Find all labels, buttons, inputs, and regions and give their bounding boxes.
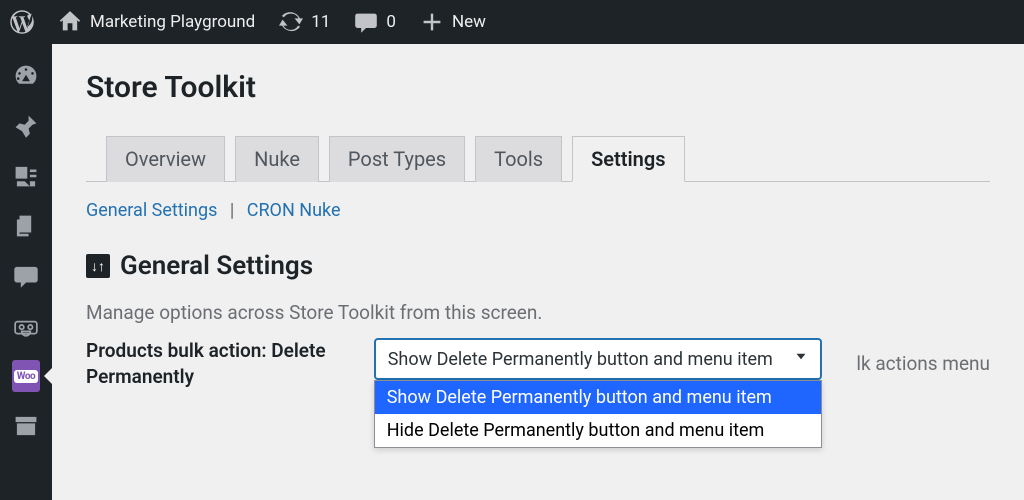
bulk-action-dropdown: Show Delete Permanently button and menu …: [374, 380, 823, 448]
wordpress-icon: [10, 10, 34, 34]
site-name: Marketing Playground: [90, 12, 255, 32]
sidenav-media[interactable]: [12, 162, 40, 190]
robot-icon: [13, 313, 39, 339]
tab-bar: Overview Nuke Post Types Tools Settings: [86, 135, 990, 182]
bulk-action-select[interactable]: Show Delete Permanently button and menu …: [374, 338, 823, 380]
tab-post-types[interactable]: Post Types: [329, 136, 465, 182]
comment-icon: [354, 10, 378, 34]
trailing-help-text: lk actions menu: [856, 352, 990, 375]
pages-icon: [13, 213, 39, 239]
tab-tools[interactable]: Tools: [475, 136, 562, 182]
home-icon: [58, 10, 82, 34]
site-link[interactable]: Marketing Playground: [58, 10, 255, 34]
option-show-delete[interactable]: Show Delete Permanently button and menu …: [375, 381, 822, 414]
sidenav-comments[interactable]: [12, 262, 40, 290]
comments-link[interactable]: 0: [354, 10, 396, 34]
sidenav-feedback[interactable]: [12, 312, 40, 340]
page-title: Store Toolkit: [86, 70, 990, 105]
comment-icon: [13, 263, 39, 289]
pin-icon: [13, 113, 39, 139]
sidenav-dashboard[interactable]: [12, 62, 40, 90]
tab-overview[interactable]: Overview: [106, 136, 225, 182]
chevron-down-icon: [792, 348, 810, 371]
plus-icon: [420, 10, 444, 34]
sidenav-woocommerce[interactable]: Woo: [12, 362, 40, 390]
settings-badge-icon: ↓↑: [86, 254, 110, 278]
media-icon: [13, 163, 39, 189]
option-hide-delete[interactable]: Hide Delete Permanently button and menu …: [375, 414, 822, 447]
new-label: New: [452, 12, 486, 32]
update-icon: [279, 10, 303, 34]
sub-nav: General Settings | CRON Nuke: [86, 200, 990, 221]
tab-nuke[interactable]: Nuke: [235, 136, 319, 182]
updates-count: 11: [311, 12, 330, 32]
field-label-delete-permanently: Products bulk action: Delete Permanently: [86, 338, 348, 389]
sublink-cron-nuke[interactable]: CRON Nuke: [247, 200, 341, 221]
comments-count: 0: [386, 12, 396, 32]
wp-logo[interactable]: [10, 10, 34, 34]
sidenav-posts[interactable]: [12, 112, 40, 140]
gauge-icon: [13, 63, 39, 89]
section-title: General Settings: [120, 251, 313, 281]
sublink-separator: |: [230, 200, 234, 221]
select-current-value: Show Delete Permanently button and menu …: [388, 349, 773, 370]
sublink-general[interactable]: General Settings: [86, 200, 217, 221]
woo-icon: Woo: [14, 370, 38, 383]
updates-link[interactable]: 11: [279, 10, 330, 34]
tab-settings[interactable]: Settings: [572, 136, 684, 182]
section-description: Manage options across Store Toolkit from…: [86, 301, 990, 324]
new-content-link[interactable]: New: [420, 10, 486, 34]
sidenav-archive[interactable]: [12, 412, 40, 440]
sidenav-pages[interactable]: [12, 212, 40, 240]
archive-icon: [13, 413, 39, 439]
